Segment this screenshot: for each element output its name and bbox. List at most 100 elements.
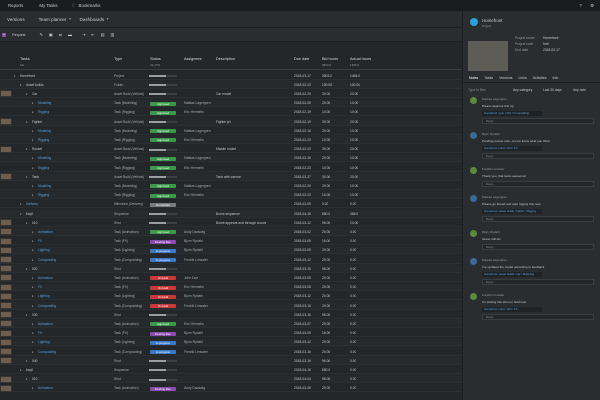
note-link[interactable]: Homefront / asset builds / car / Modelin… [482, 272, 542, 277]
actual-hours[interactable]: 365.0 [350, 212, 358, 216]
expand-icon[interactable]: ▸ [26, 120, 28, 124]
table-row[interactable]: ▸ Lighting Task (Lighting) On Hold Bjorn Ryd… [0, 292, 462, 301]
bid-hours[interactable]: 16.00 [322, 239, 330, 243]
task-name[interactable]: Asset builds [26, 83, 44, 87]
assignee[interactable]: Mattias Lagergren [184, 101, 211, 105]
col-assignees[interactable]: Assignees [184, 57, 202, 61]
expand-icon[interactable]: ▸ [32, 322, 34, 326]
bid-hours[interactable]: 20.00 [322, 386, 330, 390]
actual-hours[interactable]: 0.00 [350, 230, 356, 234]
actual-hours[interactable]: 100.00 [350, 83, 360, 87]
actual-hours[interactable]: 10.00 [350, 110, 358, 114]
bid-hours[interactable]: 20.00 [322, 285, 330, 289]
description[interactable]: Bomb appears and through clouds [216, 221, 266, 225]
expand-icon[interactable]: ▸ [32, 331, 34, 335]
reply-input[interactable]: Reply... [482, 314, 594, 320]
actual-hours[interactable]: 0.00 [350, 202, 356, 206]
due-date[interactable]: 2018-02-08 [294, 101, 311, 105]
task-name[interactable]: Modeling [38, 101, 51, 105]
assignee[interactable]: Fredrik Limsater [184, 258, 208, 262]
filter-input[interactable]: Type to filter [468, 88, 486, 92]
col-bid-hours[interactable]: Bid hours [322, 57, 338, 61]
status-badge[interactable]: Approved [150, 156, 176, 161]
task-name[interactable]: Rigging [38, 166, 49, 170]
expand-icon[interactable]: ▸ [32, 340, 34, 344]
task-name[interactable]: Modeling [38, 156, 51, 160]
task-name[interactable]: Modeling [38, 129, 51, 133]
help-icon[interactable]: ? [580, 3, 582, 8]
table-row[interactable]: ▸ Modeling Task (Modeling) Approved Mattias … [0, 99, 462, 108]
status-badge[interactable]: In progress [150, 258, 176, 262]
actual-hours[interactable]: 20.00 [350, 221, 358, 225]
assignee[interactable]: Fredrik Limsater [184, 304, 208, 308]
assignee[interactable]: Eric Hermelin [184, 285, 204, 289]
expand-icon[interactable]: ▸ [32, 129, 34, 133]
expand-icon[interactable]: ▸ [20, 202, 22, 206]
table-row[interactable]: ▸ FX Task (FX) On Hold Eric Hermelin 2018-03-… [0, 283, 462, 292]
status-badge[interactable]: In progress [150, 350, 176, 354]
task-name[interactable]: 030 [32, 313, 38, 317]
assignee[interactable]: Eric Hermelin [184, 166, 204, 170]
save-icon[interactable]: ▣ [49, 32, 53, 37]
due-date[interactable]: 2018-03-08 [294, 285, 311, 289]
expand-icon[interactable]: ▸ [32, 166, 34, 170]
status-badge[interactable]: On Hold [150, 276, 176, 281]
assignee[interactable]: Bjorn Rydahl [184, 331, 203, 335]
expand-icon[interactable]: ▸ [20, 368, 22, 372]
description[interactable]: Car model [216, 92, 231, 96]
table-row[interactable]: ▸ Rigging Task (Rigging) Approved Eric Herme… [0, 191, 462, 200]
due-date[interactable]: 2018-03-12 [294, 294, 311, 298]
task-name[interactable]: Animation [38, 386, 53, 390]
tab-notes[interactable]: Notes [469, 76, 478, 80]
status-badge[interactable]: Pending Rev. [150, 239, 176, 244]
range-dropdown[interactable]: Last 30 days [543, 88, 562, 92]
due-date[interactable]: 2018-02-23 [294, 138, 311, 142]
task-name[interactable]: Lighting [38, 294, 50, 298]
due-date[interactable]: 2018-03-15 [294, 304, 311, 308]
assignee[interactable]: Andy Dadswig [184, 386, 205, 390]
table-row[interactable]: ▸ Modeling Task (Modeling) Approved Mattias … [0, 154, 462, 163]
status-badge[interactable]: On Hold [150, 304, 176, 308]
task-name[interactable]: 010 [32, 377, 38, 381]
description[interactable]: Bomb sequence [216, 212, 240, 216]
table-row[interactable]: ▸ Animation Task (Animation) Approved Eric H… [0, 320, 462, 328]
actual-hours[interactable]: 0.00 [350, 248, 356, 252]
table-row[interactable]: ▸ Animation Task (Animation) On Hold John Do… [0, 274, 462, 282]
table-row[interactable]: ▸ Rigging Task (Rigging) Approved Eric Herme… [0, 164, 462, 172]
due-date[interactable]: 2018-03-16 [294, 313, 311, 317]
outdent-icon[interactable]: ⇤ [91, 32, 94, 37]
bid-hours[interactable]: 20.00 [322, 184, 330, 188]
bid-hours[interactable]: 20.00 [322, 276, 330, 280]
status-badge[interactable]: Approved [150, 193, 176, 198]
task-name[interactable]: Rigging [38, 138, 49, 142]
due-date[interactable]: 2018-03-02 [294, 230, 311, 234]
actual-hours[interactable]: 10.00 [350, 156, 358, 160]
due-date[interactable]: 2018-04-04 [294, 377, 311, 381]
expand-icon[interactable]: ▸ [26, 92, 28, 96]
actual-hours[interactable]: 0.00 [350, 294, 356, 298]
task-name[interactable]: Delivery [26, 202, 38, 206]
task-name[interactable]: Rigging [38, 110, 49, 114]
table-row[interactable]: ▸ Delivery Milestone (Delivery) Not started… [0, 201, 462, 209]
actual-hours[interactable]: 20.00 [350, 120, 358, 124]
expand-icon[interactable]: ▸ [32, 248, 34, 252]
actual-hours[interactable]: 20.00 [350, 147, 358, 151]
actual-hours[interactable]: 20.00 [350, 92, 358, 96]
task-name[interactable]: Animation [38, 276, 53, 280]
bid-hours[interactable]: 30.00 [322, 147, 330, 151]
bid-hours[interactable]: 20.00 [322, 294, 330, 298]
task-name[interactable]: Fighter [32, 120, 42, 124]
actual-hours[interactable]: 0.00 [350, 285, 356, 289]
actual-hours[interactable]: 10.00 [350, 101, 358, 105]
bid-hours[interactable]: 20.00 [322, 350, 330, 354]
tab-links[interactable]: Links [519, 76, 527, 80]
note-link[interactable]: Homefront / shot / 010 / FX [482, 146, 542, 151]
table-row[interactable]: ▸ Animation Task (Animation) Pending Rev. An… [0, 384, 462, 393]
due-date[interactable]: 2018-02-23 [294, 193, 311, 197]
category-dropdown[interactable]: Any category [513, 88, 532, 92]
description[interactable]: Fighter jet [216, 120, 231, 124]
bid-hours[interactable]: 96.00 [322, 359, 330, 363]
due-date[interactable]: 2018-04-16 [294, 212, 311, 216]
table-row[interactable]: ▸ Homefront Project 2018-03-17 3803.0 1465.0 [0, 72, 462, 80]
settings-icon[interactable]: ⚙ [590, 3, 594, 9]
